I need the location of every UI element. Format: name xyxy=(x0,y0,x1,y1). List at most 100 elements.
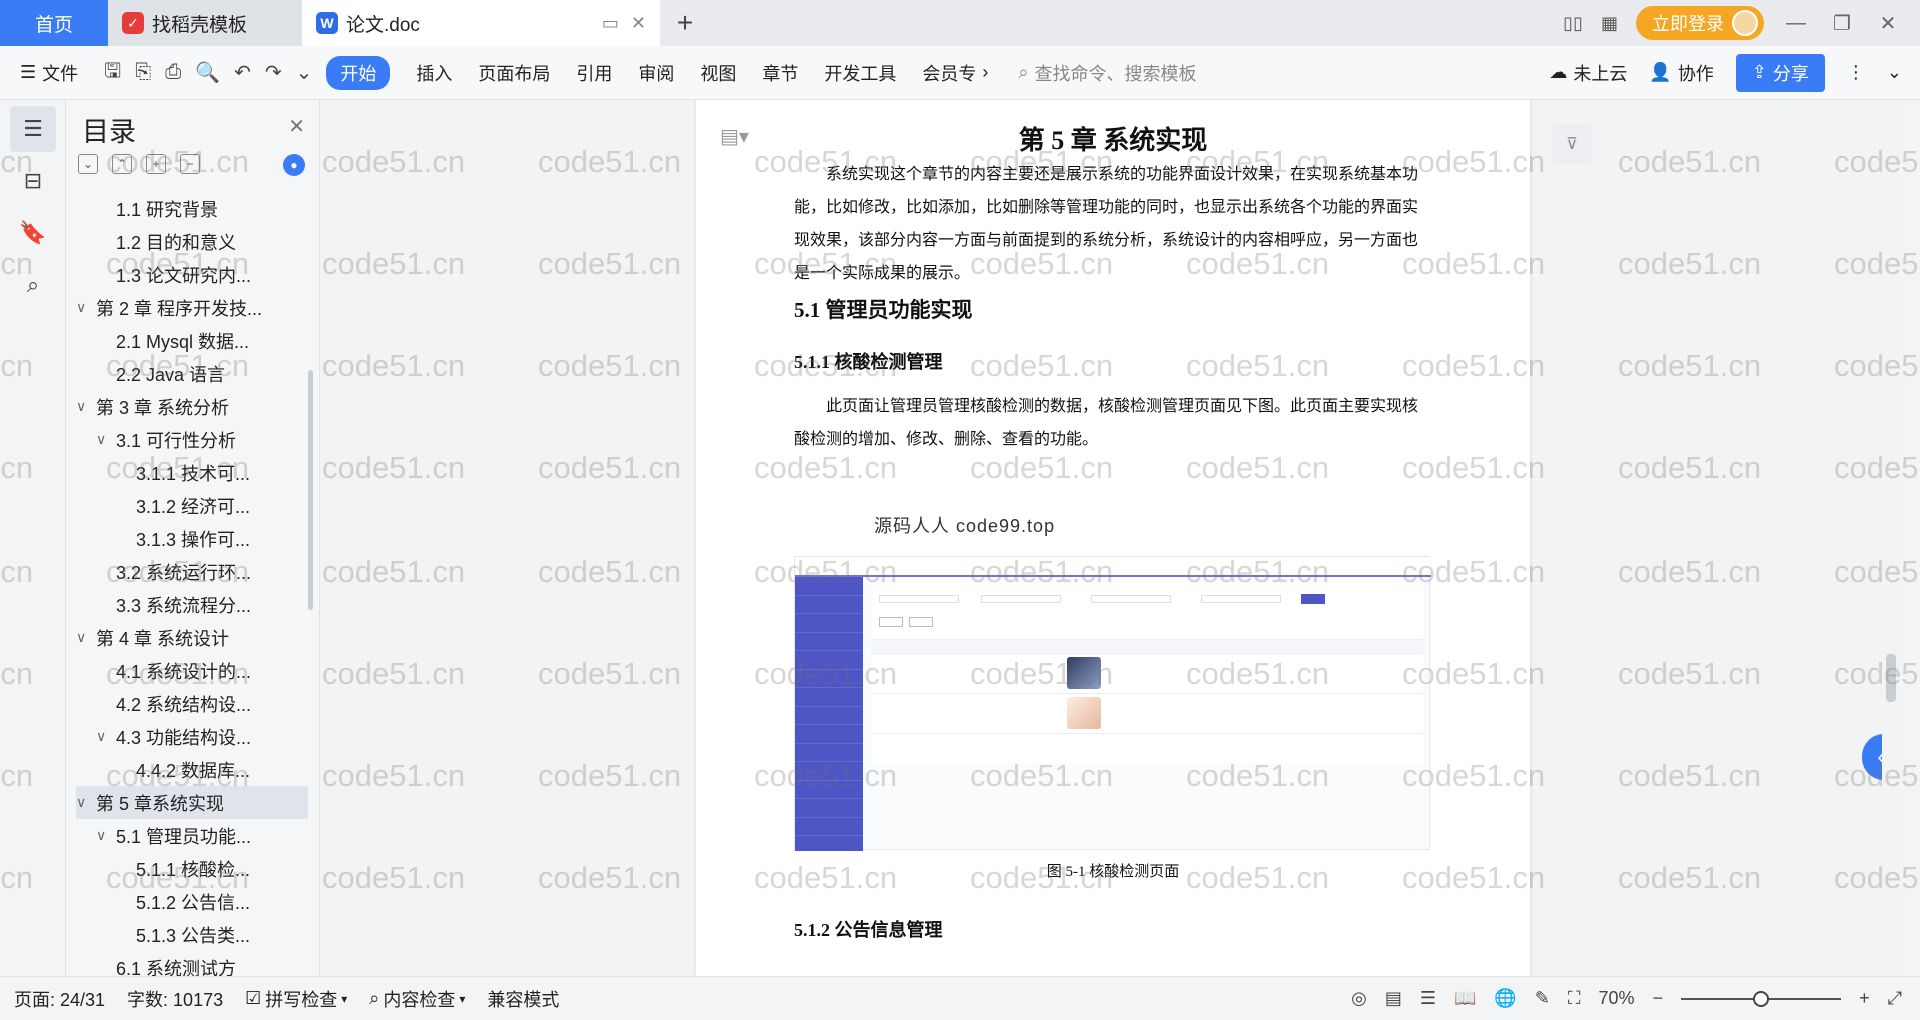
chevron-down-icon[interactable]: ∨ xyxy=(76,398,96,415)
navigation-icon[interactable]: ⊟ xyxy=(10,158,56,204)
toc-item[interactable]: 3.1.2 经济可... xyxy=(76,489,308,522)
page-view-icon[interactable]: ▤ xyxy=(1385,988,1402,1009)
toc-scrollbar[interactable] xyxy=(308,370,313,610)
new-tab-button[interactable]: + xyxy=(660,0,710,46)
tab-member[interactable]: 会员专 › xyxy=(922,60,988,86)
login-button[interactable]: 立即登录 xyxy=(1636,6,1764,40)
eye-protection-icon[interactable]: ◎ xyxy=(1351,988,1367,1009)
close-icon[interactable]: ✕ xyxy=(288,114,305,139)
collab-button[interactable]: 👤 协作 xyxy=(1649,60,1713,86)
word-count[interactable]: 字数: 10173 xyxy=(127,986,223,1012)
toc-item[interactable]: 1.3 论文研究内... xyxy=(76,258,308,291)
print-icon[interactable]: ⎙ xyxy=(165,61,181,84)
tab-view[interactable]: 视图 xyxy=(700,60,736,86)
zoom-level[interactable]: 70% xyxy=(1599,988,1635,1009)
chevron-down-icon[interactable]: ∨ xyxy=(96,728,116,745)
window-layout-icon[interactable]: ▯▯ xyxy=(1563,13,1583,34)
fullscreen-icon[interactable]: ⤢ xyxy=(1888,988,1902,1009)
zoom-in-icon[interactable]: + xyxy=(1859,988,1870,1009)
chevron-down-icon[interactable]: ∨ xyxy=(96,431,116,448)
web-view-icon[interactable]: 🌐 xyxy=(1494,988,1516,1009)
remove-heading-icon[interactable]: − xyxy=(180,154,200,174)
outline-view-icon[interactable]: ☰ xyxy=(1420,988,1436,1009)
toc-item[interactable]: 4.4.2 数据库... xyxy=(76,753,308,786)
add-heading-icon[interactable]: + xyxy=(146,154,166,174)
toc-item[interactable]: ∨ 5.1 管理员功能... xyxy=(76,819,308,852)
toc-item-label: 2.2 Java 语言 xyxy=(116,364,226,385)
document-page[interactable]: ▤▾ 第 5 章 系统实现 系统实现这个章节的内容主要还是展示系统的功能界面设计… xyxy=(696,100,1530,976)
toc-item[interactable]: ∨ 第 5 章系统实现 xyxy=(76,786,308,819)
tab-developer[interactable]: 开发工具 xyxy=(824,60,896,86)
tab-document-label: 论文.doc xyxy=(346,14,420,36)
tab-references[interactable]: 引用 xyxy=(576,60,612,86)
write-mode-icon[interactable]: ✎ xyxy=(1535,988,1550,1009)
export-pdf-icon[interactable]: ⎘ xyxy=(135,61,151,84)
spell-check[interactable]: ☑ 拼写检查 ▾ xyxy=(245,986,347,1012)
chevron-down-icon[interactable]: ∨ xyxy=(76,629,96,646)
find-icon[interactable]: ⌕ xyxy=(10,262,56,308)
page-indicator[interactable]: 页面: 24/31 xyxy=(14,986,105,1012)
bookmark-icon[interactable]: 🔖 xyxy=(10,210,56,256)
tab-document[interactable]: W 论文.doc ▭ ✕ xyxy=(302,0,660,46)
compat-mode: 兼容模式 xyxy=(487,989,560,1010)
toc-item[interactable]: 3.1.1 技术可... xyxy=(76,456,308,489)
ai-assistant-icon[interactable]: ● xyxy=(283,154,305,176)
reading-view-icon[interactable]: 📖 xyxy=(1454,988,1476,1009)
tab-review[interactable]: 审阅 xyxy=(638,60,674,86)
toc-item[interactable]: ∨ 3.1 可行性分析 xyxy=(76,423,308,456)
tab-home[interactable]: 首页 xyxy=(0,0,108,46)
cloud-status[interactable]: ☁ 未上云 xyxy=(1549,60,1627,86)
tab-start[interactable]: 开始 xyxy=(326,55,391,90)
toc-item[interactable]: 5.1.2 公告信... xyxy=(76,885,308,918)
toc-item[interactable]: ∨ 第 2 章 程序开发技... xyxy=(76,291,308,324)
monitor-icon[interactable]: ▭ xyxy=(602,13,619,34)
file-menu[interactable]: ☰ 文件 xyxy=(20,60,78,86)
content-check[interactable]: ⌕ 内容检查 ▾ xyxy=(369,986,465,1012)
toc-item[interactable]: 1.1 研究背景 xyxy=(76,192,308,225)
zoom-slider[interactable] xyxy=(1681,990,1842,1007)
redo-icon[interactable]: ↷ xyxy=(265,60,282,85)
chevron-down-icon[interactable]: ∨ xyxy=(96,827,116,844)
toc-item[interactable]: 5.1.1 核酸检... xyxy=(76,852,308,885)
chevron-down-icon[interactable]: ∨ xyxy=(76,299,96,316)
chevron-down-icon[interactable]: ∨ xyxy=(76,794,96,811)
fit-page-icon[interactable]: ⛶ xyxy=(1568,988,1581,1009)
collapse-ribbon-icon[interactable]: ⌄ xyxy=(1887,62,1902,83)
undo-icon[interactable]: ↶ xyxy=(234,60,251,85)
command-search[interactable]: ⌕ 查找命令、搜索模板 xyxy=(1018,60,1196,86)
toc-item[interactable]: 4.1 系统设计的... xyxy=(76,654,308,687)
tab-page-layout[interactable]: 页面布局 xyxy=(478,60,550,86)
toc-item[interactable]: 4.2 系统结构设... xyxy=(76,687,308,720)
tab-section[interactable]: 章节 xyxy=(762,60,798,86)
tab-template[interactable]: ✓ 找稻壳模板 xyxy=(108,0,302,46)
toc-item[interactable]: ∨ 第 3 章 系统分析 xyxy=(76,390,308,423)
more-icon[interactable]: ⋮ xyxy=(1847,62,1865,83)
collapse-all-icon[interactable]: ⌄ xyxy=(78,154,98,174)
toc-item[interactable]: 1.2 目的和意义 xyxy=(76,225,308,258)
toc-panel-icon[interactable]: ☰ xyxy=(10,106,56,152)
toc-item[interactable]: 3.2 系统运行环... xyxy=(76,555,308,588)
zoom-slider-knob[interactable] xyxy=(1753,990,1770,1007)
close-window-icon[interactable]: ✕ xyxy=(1874,11,1902,36)
toc-item[interactable]: 5.1.3 公告类... xyxy=(76,918,308,951)
toc-item[interactable]: ∨ 4.3 功能结构设... xyxy=(76,720,308,753)
filter-icon[interactable]: ⊽ xyxy=(1552,124,1592,164)
toc-item[interactable]: 2.2 Java 语言 xyxy=(76,357,308,390)
close-tab-icon[interactable]: ✕ xyxy=(631,13,646,34)
chevron-down-icon[interactable]: ⌄ xyxy=(296,60,313,85)
toc-item[interactable]: 2.1 Mysql 数据... xyxy=(76,324,308,357)
tab-insert[interactable]: 插入 xyxy=(416,60,452,86)
toc-item-label: 第 5 章系统实现 xyxy=(96,793,225,814)
expand-up-icon[interactable]: ⌃ xyxy=(112,154,132,174)
apps-grid-icon[interactable]: ▦ xyxy=(1601,13,1618,34)
print-preview-icon[interactable]: 🔍 xyxy=(195,60,220,85)
toc-item[interactable]: ∨ 第 4 章 系统设计 xyxy=(76,621,308,654)
minimize-icon[interactable]: — xyxy=(1782,12,1810,35)
toc-item[interactable]: 3.1.3 操作可... xyxy=(76,522,308,555)
save-icon[interactable]: 🖫 xyxy=(104,56,121,90)
toc-item[interactable]: 3.3 系统流程分... xyxy=(76,588,308,621)
share-button[interactable]: ⇪ 分享 xyxy=(1735,53,1825,92)
document-scrollbar[interactable] xyxy=(1882,100,1900,976)
zoom-out-icon[interactable]: − xyxy=(1653,988,1664,1009)
restore-icon[interactable]: ❐ xyxy=(1828,11,1856,36)
